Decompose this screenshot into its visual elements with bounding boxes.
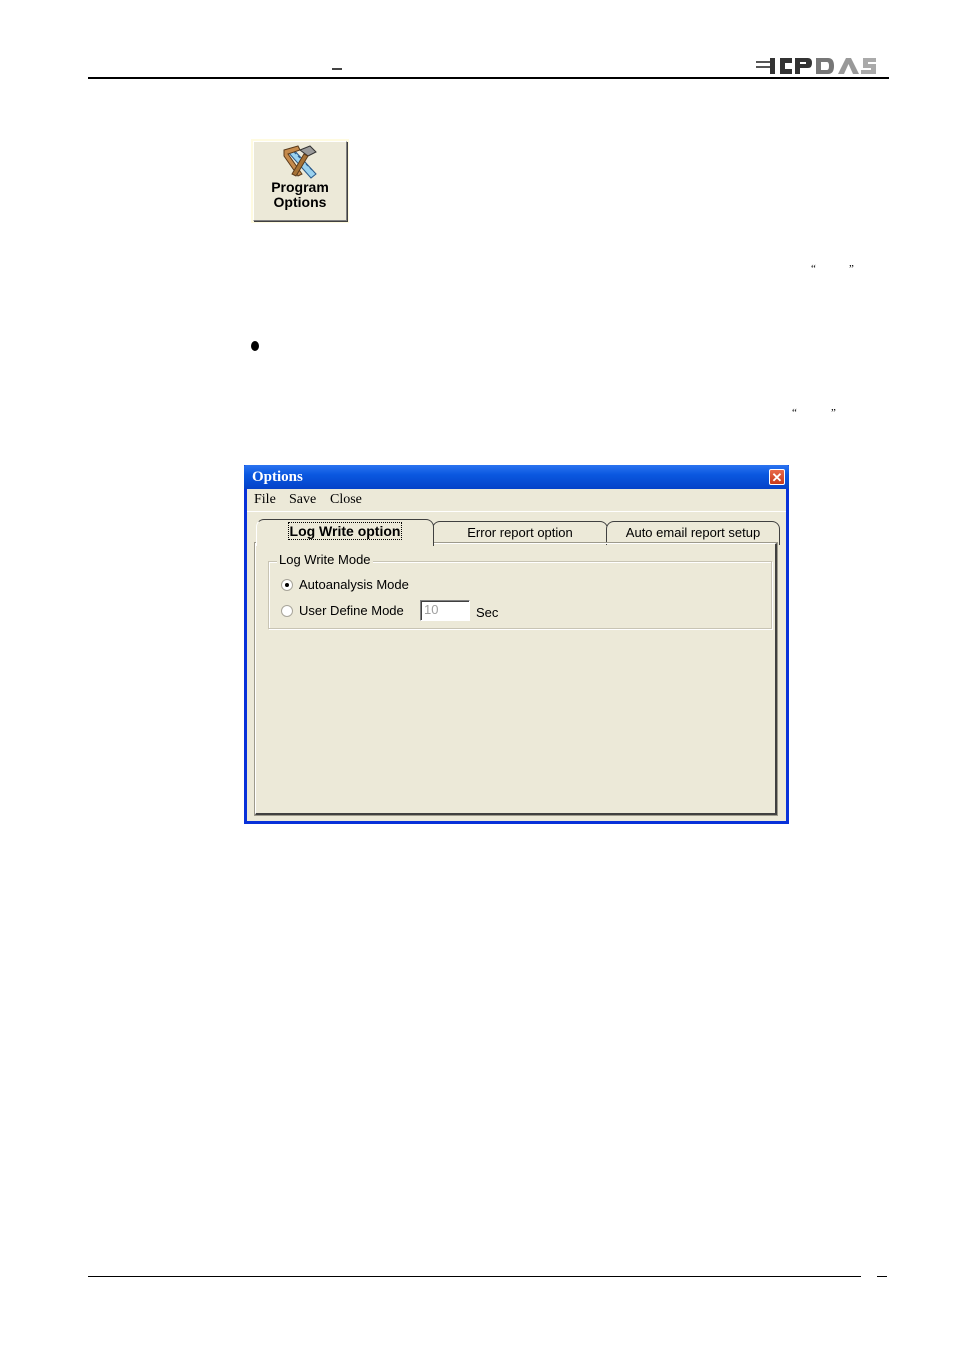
autoanalysis-mode-radio[interactable] bbox=[281, 579, 293, 591]
footer-dash bbox=[877, 1276, 887, 1277]
tab-log-write-option[interactable]: Log Write option bbox=[256, 519, 434, 546]
interval-input[interactable]: 10 bbox=[420, 600, 470, 621]
autoanalysis-mode-label[interactable]: Autoanalysis Mode bbox=[299, 577, 409, 592]
user-define-mode-label[interactable]: User Define Mode bbox=[299, 603, 404, 618]
interval-unit-label: Sec bbox=[476, 605, 499, 620]
dialog-title: Options bbox=[252, 469, 303, 485]
header-dash bbox=[332, 68, 342, 70]
menu-file[interactable]: File bbox=[254, 492, 276, 508]
log-write-mode-group: Log Write Mode Autoanalysis Mode User De… bbox=[268, 552, 772, 629]
program-options-label-1: Program bbox=[271, 179, 329, 195]
tab-error-report-option[interactable]: Error report option bbox=[432, 521, 608, 545]
footer-rule bbox=[88, 1276, 861, 1277]
close-icon: ✕ bbox=[771, 470, 783, 485]
user-define-mode-radio[interactable] bbox=[281, 605, 293, 617]
menu-bar: File Save Close bbox=[247, 489, 786, 512]
bullet-point bbox=[251, 341, 259, 351]
options-dialog: Options ✕ File Save Close Log Write opti… bbox=[244, 465, 789, 824]
menu-save[interactable]: Save bbox=[289, 492, 316, 508]
menu-close[interactable]: Close bbox=[330, 492, 362, 508]
program-options-label-2: Options bbox=[273, 194, 327, 210]
dialog-titlebar[interactable]: Options ✕ bbox=[244, 465, 789, 489]
program-options-button[interactable]: Program Options bbox=[253, 141, 347, 221]
icpdas-logo bbox=[756, 58, 876, 74]
close-quote: ” bbox=[849, 263, 854, 275]
open-quote: “ bbox=[811, 263, 816, 275]
tab-auto-email-report-setup[interactable]: Auto email report setup bbox=[606, 521, 780, 545]
header-rule bbox=[88, 77, 889, 79]
hammer-saw-icon bbox=[283, 145, 317, 179]
group-legend: Log Write Mode bbox=[277, 552, 373, 567]
close-button[interactable]: ✕ bbox=[769, 469, 785, 485]
close-quote: ” bbox=[831, 407, 836, 419]
open-quote: “ bbox=[792, 407, 797, 419]
